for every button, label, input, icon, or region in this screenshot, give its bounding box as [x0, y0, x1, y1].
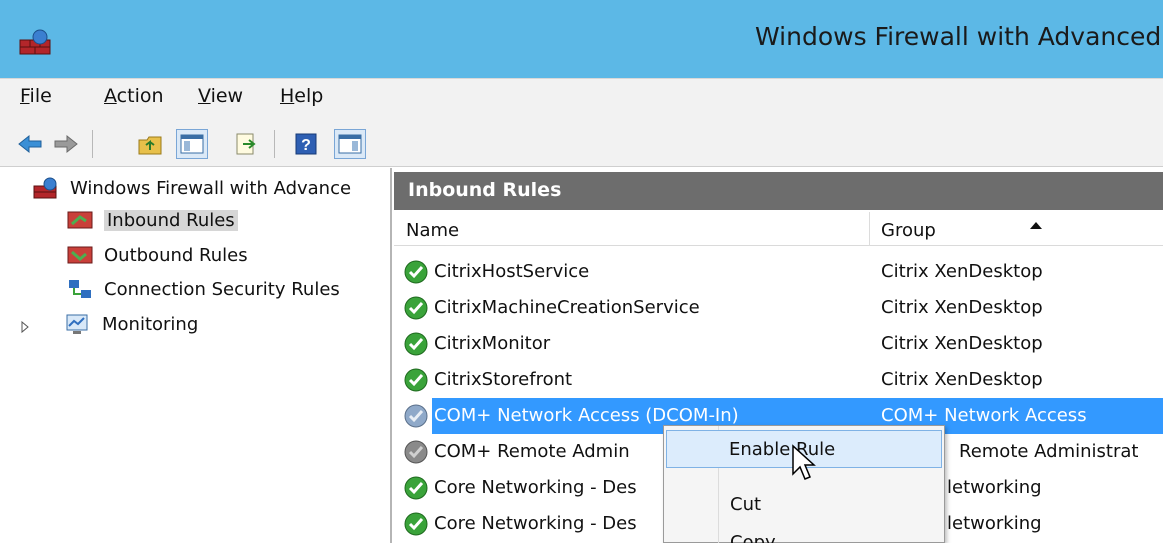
tree-item-outbound-rules[interactable]: Outbound Rules [66, 243, 248, 267]
pane-header: Inbound Rules [394, 172, 1163, 210]
firewall-icon [33, 177, 57, 199]
table-row[interactable]: CitrixMonitor Citrix XenDesktop [394, 326, 1163, 362]
menu-item-copy[interactable]: Copy [664, 524, 944, 543]
menu-help[interactable]: Help [280, 85, 323, 107]
up-folder-icon[interactable] [134, 129, 166, 159]
enabled-rule-icon [404, 260, 428, 284]
inbound-rules-icon [67, 211, 93, 229]
mouse-cursor-icon [792, 444, 816, 480]
enabled-rule-icon [404, 512, 428, 536]
column-name[interactable]: Name [406, 220, 459, 241]
sort-ascending-icon [1030, 222, 1042, 229]
disabled-rule-icon [404, 404, 428, 428]
enabled-rule-icon [404, 368, 428, 392]
column-headers: Name Group [394, 212, 1163, 246]
enabled-rule-icon [404, 332, 428, 356]
expand-monitoring-icon[interactable] [20, 320, 30, 334]
context-menu: Enable Rule Cut Copy [663, 425, 945, 543]
help-icon[interactable]: ? [290, 129, 322, 159]
menu-bar: File Action View Help [0, 78, 1163, 122]
enabled-rule-icon [404, 296, 428, 320]
forward-arrow-icon[interactable] [50, 129, 82, 159]
tree-item-inbound-rules[interactable]: Inbound Rules [66, 208, 238, 232]
show-hide-console-tree-icon[interactable] [176, 129, 208, 159]
table-row[interactable]: CitrixStorefront Citrix XenDesktop [394, 362, 1163, 398]
menu-file[interactable]: File [20, 85, 52, 107]
title-bar[interactable]: Windows Firewall with Advanced [0, 0, 1163, 78]
menu-item-cut[interactable]: Cut [664, 486, 944, 524]
firewall-app-icon [19, 29, 51, 55]
column-separator[interactable] [869, 212, 870, 246]
export-list-icon[interactable] [230, 129, 262, 159]
svg-text:?: ? [301, 137, 311, 154]
table-row[interactable]: CitrixMachineCreationService Citrix XenD… [394, 290, 1163, 326]
tree-root[interactable]: Windows Firewall with Advance [32, 176, 351, 200]
disabled-rule-icon [404, 440, 428, 464]
tree-item-connection-security-rules[interactable]: Connection Security Rules [66, 277, 340, 301]
console-tree: Windows Firewall with Advance Inbound Ru… [0, 168, 392, 543]
outbound-rules-icon [67, 246, 93, 264]
menu-view[interactable]: View [198, 85, 243, 107]
connection-security-icon [69, 280, 91, 298]
enabled-rule-icon [404, 476, 428, 500]
toolbar-separator [274, 130, 275, 158]
table-row[interactable]: CitrixHostService Citrix XenDesktop [394, 254, 1163, 290]
column-group[interactable]: Group [881, 220, 936, 241]
monitoring-icon [66, 314, 88, 334]
toolbar: ? [0, 122, 1163, 167]
toolbar-separator [92, 130, 93, 158]
menu-action[interactable]: Action [104, 85, 164, 107]
show-hide-action-pane-icon[interactable] [334, 129, 366, 159]
window-title: Windows Firewall with Advanced [755, 22, 1162, 51]
tree-item-monitoring[interactable]: Monitoring [36, 312, 198, 336]
back-arrow-icon[interactable] [14, 129, 46, 159]
